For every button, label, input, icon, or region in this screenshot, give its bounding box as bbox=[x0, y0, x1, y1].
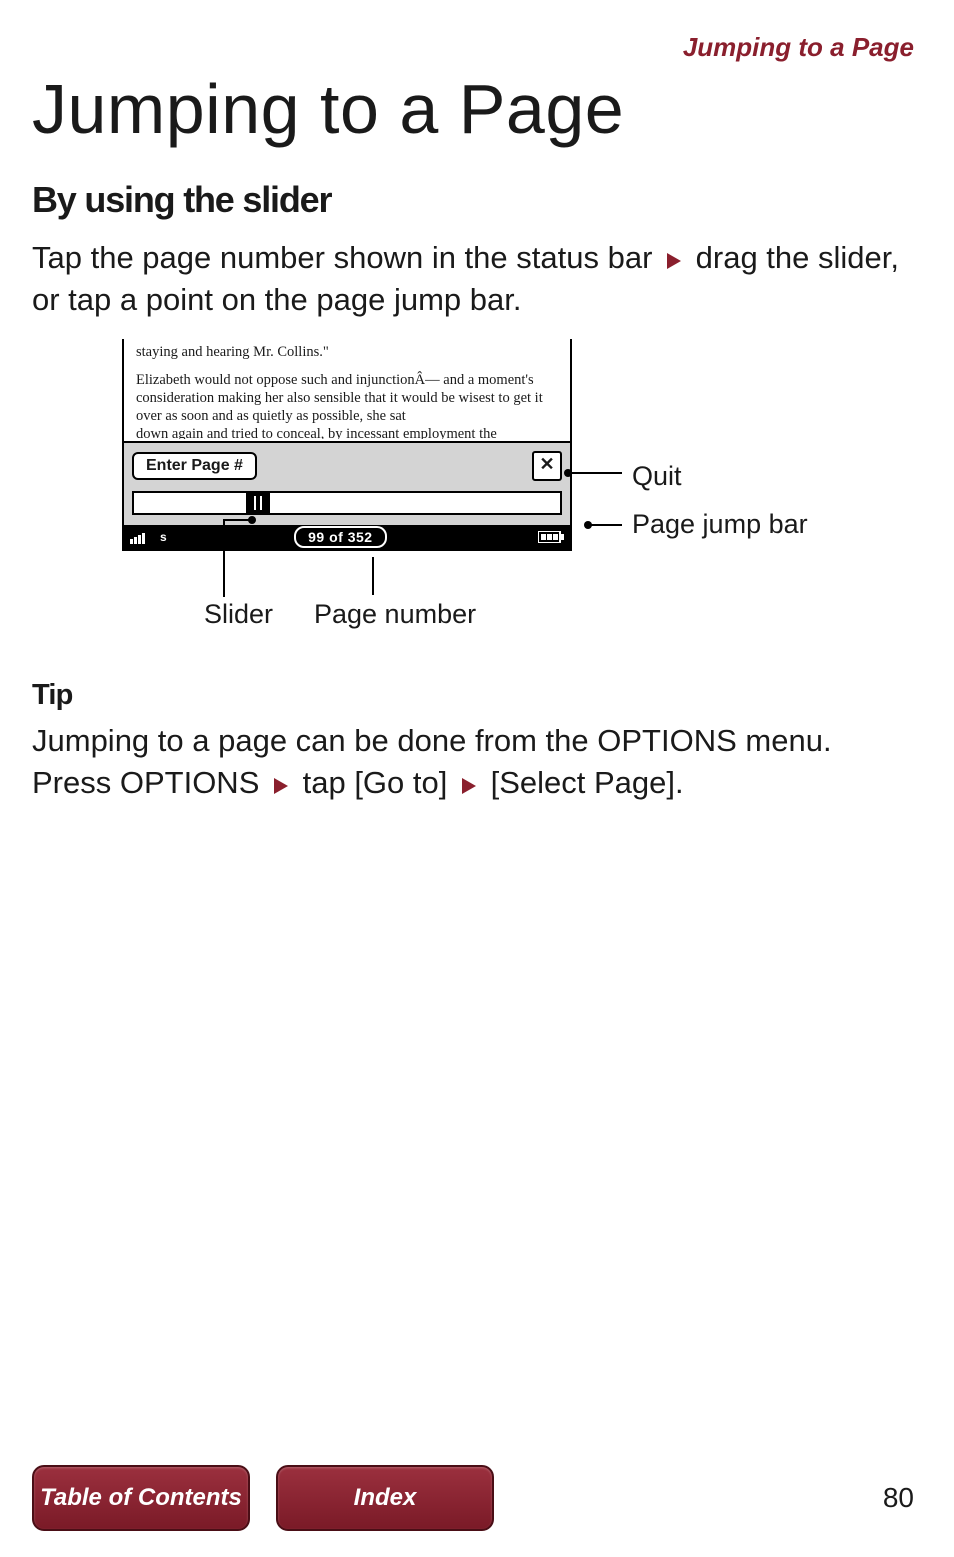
callout-page-number: Page number bbox=[314, 599, 476, 630]
arrow-icon bbox=[462, 778, 476, 794]
callout-quit: Quit bbox=[632, 461, 682, 492]
slider-thumb[interactable] bbox=[246, 491, 270, 515]
ereader-text-cut: down again and tried to conceal, by ince… bbox=[136, 425, 560, 439]
arrow-icon bbox=[667, 253, 681, 269]
callout-line bbox=[570, 472, 622, 474]
page-jump-panel: Enter Page # ✕ bbox=[124, 441, 570, 525]
callout-line bbox=[590, 524, 622, 526]
running-head: Jumping to a Page bbox=[32, 32, 914, 63]
callout-line bbox=[223, 519, 249, 521]
page-number-indicator[interactable]: 99 of 352 bbox=[294, 526, 386, 548]
callout-line bbox=[372, 557, 374, 595]
tip-text: Jumping to a page can be done from the O… bbox=[32, 720, 914, 804]
toc-button[interactable]: Table of Contents bbox=[32, 1465, 250, 1531]
page-title: Jumping to a Page bbox=[32, 69, 914, 149]
ereader-text-line1: staying and hearing Mr. Collins." bbox=[136, 343, 560, 361]
page-number: 80 bbox=[883, 1482, 914, 1514]
callout-dot bbox=[248, 516, 256, 524]
tip-text-c: [Select Page]. bbox=[491, 765, 684, 800]
page-jump-bar[interactable] bbox=[132, 491, 562, 515]
tip-text-b: tap [Go to] bbox=[303, 765, 456, 800]
index-button[interactable]: Index bbox=[276, 1465, 494, 1531]
callout-line bbox=[223, 519, 225, 597]
wifi-icon bbox=[130, 530, 152, 544]
section-heading-slider: By using the slider bbox=[32, 179, 914, 221]
instruction-text: Tap the page number shown in the status … bbox=[32, 237, 914, 321]
enter-page-button[interactable]: Enter Page # bbox=[132, 452, 257, 480]
status-bar: s 99 of 352 bbox=[124, 525, 570, 549]
battery-icon bbox=[538, 531, 564, 543]
footer: Table of Contents Index 80 bbox=[32, 1465, 914, 1531]
tip-heading: Tip bbox=[32, 679, 914, 712]
ereader-text: staying and hearing Mr. Collins." Elizab… bbox=[124, 339, 570, 442]
close-icon[interactable]: ✕ bbox=[532, 451, 562, 481]
diagram: staying and hearing Mr. Collins." Elizab… bbox=[122, 339, 852, 639]
arrow-icon bbox=[274, 778, 288, 794]
ereader-text-para: Elizabeth would not oppose such and inju… bbox=[136, 371, 560, 425]
device-screenshot: staying and hearing Mr. Collins." Elizab… bbox=[122, 339, 572, 552]
callout-slider: Slider bbox=[204, 599, 273, 630]
instruction-text-a: Tap the page number shown in the status … bbox=[32, 240, 661, 275]
callout-page-jump-bar: Page jump bar bbox=[632, 509, 808, 540]
